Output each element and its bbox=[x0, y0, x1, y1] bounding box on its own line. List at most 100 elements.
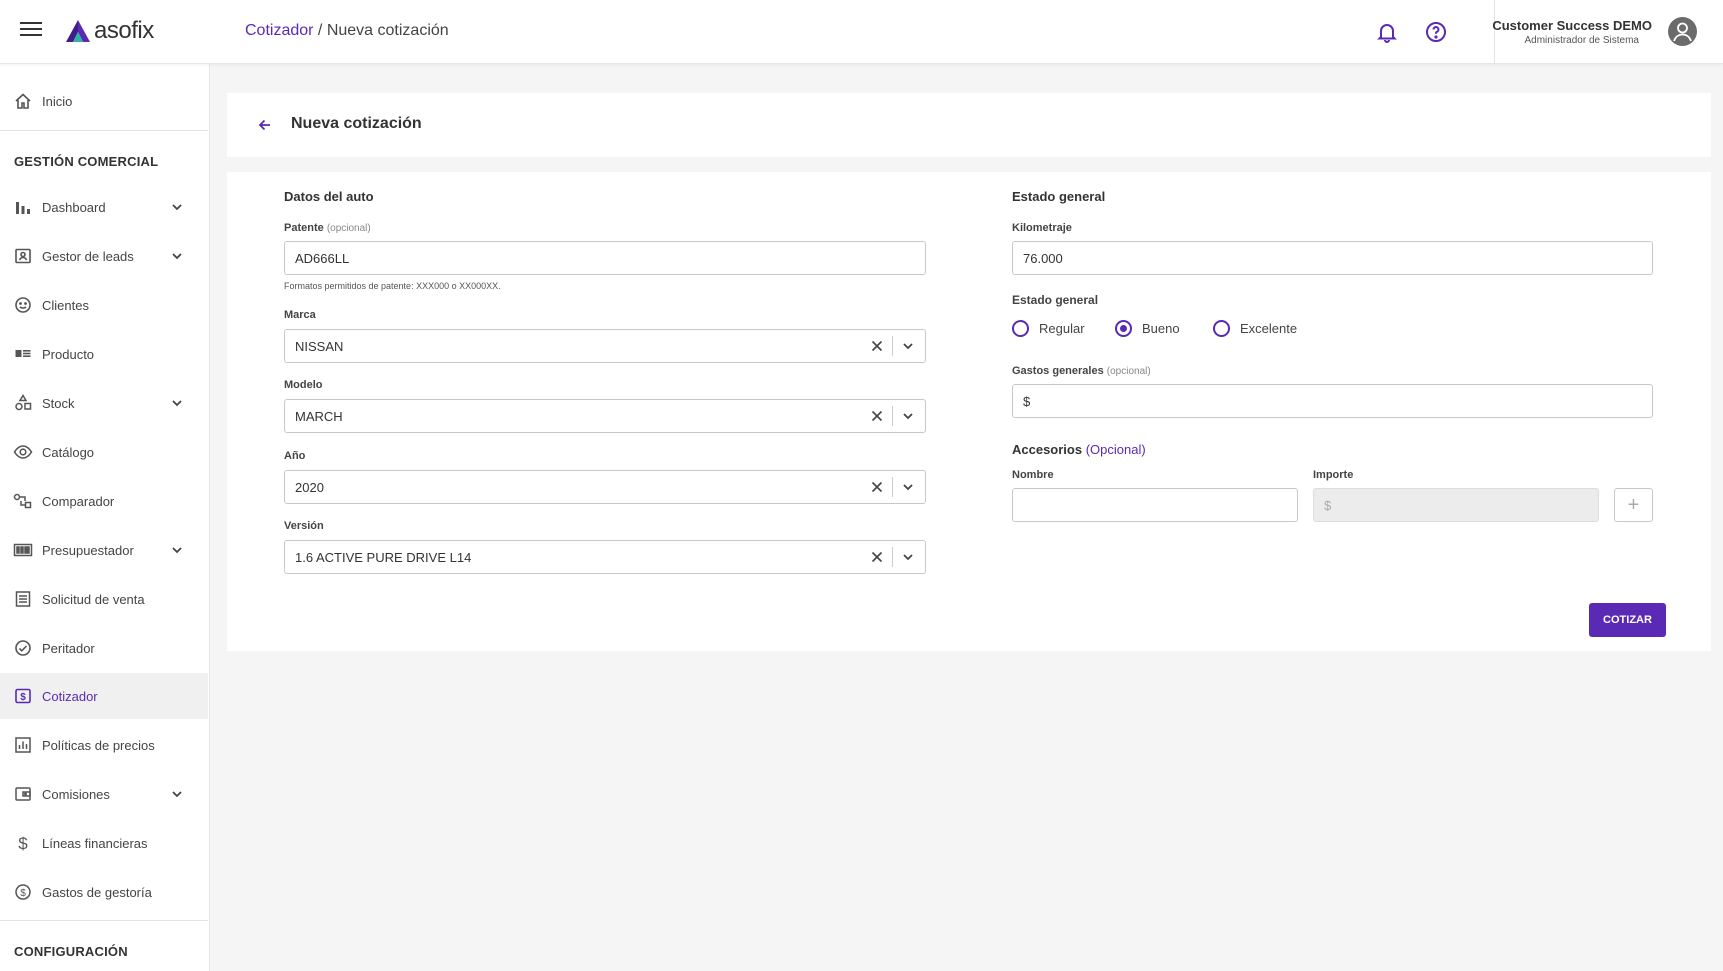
sidebar-item-label: Presupuestador bbox=[42, 542, 134, 558]
sidebar-item-label: Producto bbox=[42, 346, 95, 362]
quote-form-card: Datos del auto Patente (opcional) AD666L… bbox=[227, 172, 1711, 651]
chevron-down-icon[interactable] bbox=[901, 339, 915, 353]
select-separator bbox=[892, 547, 893, 567]
plus-icon: + bbox=[1627, 493, 1640, 516]
smiley-icon bbox=[13, 295, 33, 315]
importe-placeholder: $ bbox=[1324, 497, 1332, 513]
select-separator bbox=[892, 406, 893, 426]
sidebar-item-lineas-financieras[interactable]: $ Líneas financieras bbox=[0, 820, 208, 866]
version-select[interactable]: 1.6 ACTIVE PURE DRIVE L14 bbox=[284, 540, 926, 574]
chevron-down-icon[interactable] bbox=[901, 409, 915, 423]
patente-input[interactable]: AD666LL bbox=[284, 241, 926, 275]
accesorios-optional: (Opcional) bbox=[1085, 442, 1146, 457]
anio-select[interactable]: 2020 bbox=[284, 470, 926, 504]
section-title-datos-del-auto: Datos del auto bbox=[284, 189, 374, 204]
gastos-generales-label: Gastos generales (opcional) bbox=[1012, 365, 1151, 377]
home-icon bbox=[13, 91, 33, 111]
wallet-icon bbox=[13, 784, 33, 804]
sidebar-item-producto[interactable]: Producto bbox=[0, 331, 208, 377]
sidebar-item-comparador[interactable]: Comparador bbox=[0, 478, 208, 524]
sidebar-item-comisiones[interactable]: Comisiones bbox=[0, 771, 208, 817]
sidebar-item-solicitud-de-venta[interactable]: Solicitud de venta bbox=[0, 576, 208, 622]
kilometraje-input[interactable]: 76.000 bbox=[1012, 241, 1653, 275]
radio-regular[interactable]: Regular bbox=[1012, 320, 1085, 337]
chevron-down-icon[interactable] bbox=[170, 396, 184, 410]
clear-icon[interactable] bbox=[869, 338, 885, 354]
modelo-select[interactable]: MARCH bbox=[284, 399, 926, 433]
chevron-down-icon[interactable] bbox=[170, 787, 184, 801]
shapes-icon bbox=[13, 393, 33, 413]
bell-icon[interactable] bbox=[1375, 20, 1399, 44]
bar-chart-icon bbox=[13, 197, 33, 217]
add-accessory-button[interactable]: + bbox=[1614, 488, 1653, 522]
sidebar-item-label: Inicio bbox=[42, 93, 73, 109]
accesorios-heading: Accesorios (Opcional) bbox=[1012, 442, 1146, 457]
avatar[interactable] bbox=[1668, 17, 1697, 46]
accesorio-nombre-input[interactable] bbox=[1012, 488, 1298, 522]
svg-text:$: $ bbox=[20, 888, 26, 899]
radio-ring-selected bbox=[1115, 320, 1132, 337]
help-icon[interactable] bbox=[1424, 20, 1448, 44]
asofix-logo[interactable]: asofix bbox=[66, 17, 154, 45]
radio-label: Bueno bbox=[1142, 321, 1180, 336]
version-value: 1.6 ACTIVE PURE DRIVE L14 bbox=[295, 549, 472, 565]
accesorio-importe-input[interactable]: $ bbox=[1313, 488, 1599, 522]
back-arrow-icon[interactable] bbox=[257, 117, 273, 133]
select-separator bbox=[892, 477, 893, 497]
cotizar-button[interactable]: COTIZAR bbox=[1589, 603, 1666, 637]
eye-icon bbox=[13, 442, 33, 462]
modelo-value: MARCH bbox=[295, 408, 343, 424]
radio-excelente[interactable]: Excelente bbox=[1213, 320, 1297, 337]
dollar-box-icon: $ bbox=[13, 686, 33, 706]
sidebar-item-label: Gestor de leads bbox=[42, 248, 134, 264]
radio-ring bbox=[1213, 320, 1230, 337]
sidebar-item-presupuestador[interactable]: Presupuestador bbox=[0, 527, 208, 573]
sidebar-item-label: Políticas de precios bbox=[42, 737, 155, 753]
sidebar-item-inicio[interactable]: Inicio bbox=[0, 78, 208, 124]
sidebar-item-gestor-de-leads[interactable]: Gestor de leads bbox=[0, 233, 208, 279]
clear-icon[interactable] bbox=[869, 479, 885, 495]
breadcrumb-separator: / bbox=[313, 22, 327, 39]
radio-label: Excelente bbox=[1240, 321, 1298, 336]
asofix-mark-icon bbox=[66, 20, 90, 42]
clear-icon[interactable] bbox=[869, 408, 885, 424]
sidebar-item-stock[interactable]: Stock bbox=[0, 380, 208, 426]
user-role: Administrador de Sistema bbox=[1524, 35, 1640, 46]
sidebar-item-catalogo[interactable]: Catálogo bbox=[0, 429, 208, 475]
logo-text: asofix bbox=[94, 17, 154, 44]
importe-label: Importe bbox=[1313, 469, 1354, 481]
sidebar-item-label: Stock bbox=[42, 395, 75, 411]
clear-icon[interactable] bbox=[869, 549, 885, 565]
chevron-down-icon[interactable] bbox=[170, 543, 184, 557]
radio-ring bbox=[1012, 320, 1029, 337]
user-icon bbox=[1673, 22, 1692, 42]
breadcrumb-current: Nueva cotización bbox=[326, 22, 449, 39]
sidebar-item-dashboard[interactable]: Dashboard bbox=[0, 184, 208, 230]
chevron-down-icon[interactable] bbox=[901, 480, 915, 494]
patente-label-text: Patente bbox=[284, 222, 324, 234]
sidebar-item-label: Peritador bbox=[42, 640, 95, 656]
menu-icon[interactable] bbox=[20, 22, 42, 40]
anio-label: Año bbox=[284, 450, 306, 462]
optional-tag: (opcional) bbox=[326, 223, 371, 234]
sidebar-item-label: Gastos de gestoría bbox=[42, 884, 152, 900]
select-separator bbox=[892, 336, 893, 356]
radio-bueno[interactable]: Bueno bbox=[1115, 320, 1180, 337]
breadcrumb-link-cotizador[interactable]: Cotizador bbox=[245, 22, 313, 39]
dollar-icon: $ bbox=[13, 833, 33, 853]
chevron-down-icon[interactable] bbox=[901, 550, 915, 564]
sidebar: Inicio GESTIÓN COMERCIAL Dashboard Gesto… bbox=[0, 64, 210, 971]
chevron-down-icon[interactable] bbox=[170, 249, 184, 263]
sidebar-item-politicas-de-precios[interactable]: Políticas de precios bbox=[0, 722, 208, 768]
kilometraje-value: 76.000 bbox=[1023, 250, 1063, 266]
sidebar-item-gastos-de-gestoria[interactable]: $ Gastos de gestoría bbox=[0, 869, 208, 915]
chevron-down-icon[interactable] bbox=[170, 200, 184, 214]
svg-text:$: $ bbox=[20, 692, 26, 703]
marca-value: NISSAN bbox=[295, 338, 344, 354]
marca-select[interactable]: NISSAN bbox=[284, 329, 926, 363]
sidebar-item-clientes[interactable]: Clientes bbox=[0, 282, 208, 328]
gastos-generales-input[interactable]: $ bbox=[1012, 384, 1653, 418]
page-title: Nueva cotización bbox=[291, 115, 422, 132]
sidebar-item-cotizador[interactable]: $ Cotizador bbox=[0, 673, 208, 719]
sidebar-item-peritador[interactable]: Peritador bbox=[0, 625, 208, 671]
